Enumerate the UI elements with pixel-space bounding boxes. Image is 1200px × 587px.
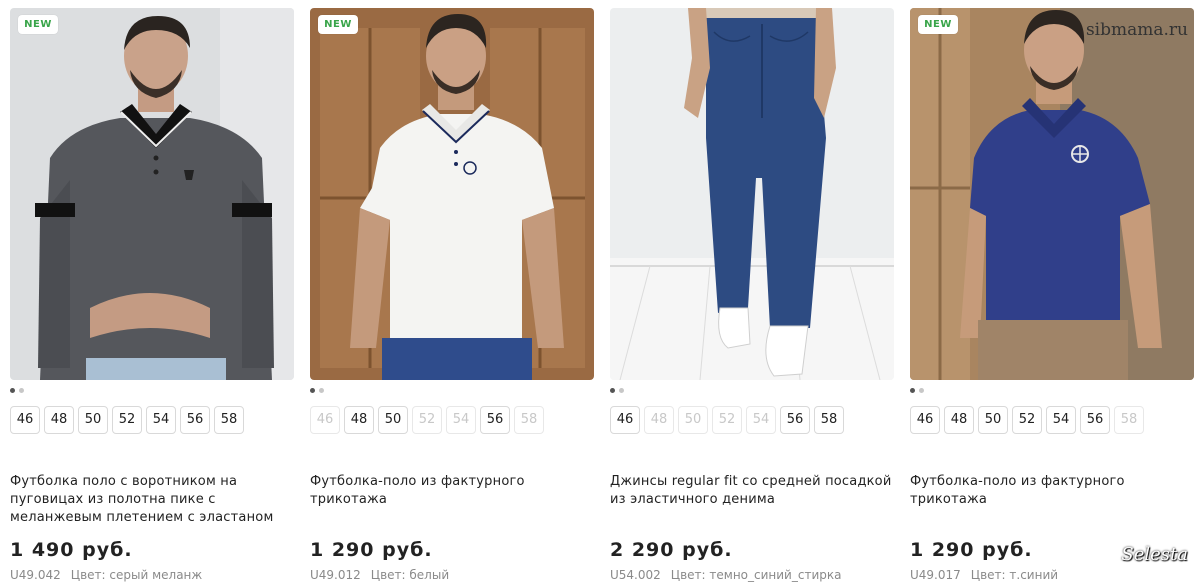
size-option[interactable]: 56 — [480, 406, 510, 434]
product-title[interactable]: Футболка-поло из фактурного трикотажа — [310, 473, 594, 509]
size-option[interactable]: 52 — [1012, 406, 1042, 434]
size-selector: 46 48 50 52 54 56 58 — [310, 406, 548, 434]
product-photo — [610, 8, 894, 380]
size-option[interactable]: 56 — [180, 406, 210, 434]
size-option[interactable]: 58 — [814, 406, 844, 434]
carousel-dots — [310, 388, 328, 394]
product-image[interactable]: NEW — [310, 8, 594, 380]
size-option[interactable]: 48 — [344, 406, 374, 434]
size-option[interactable]: 52 — [112, 406, 142, 434]
size-option[interactable]: 58 — [214, 406, 244, 434]
product-meta: U49.042 Цвет: серый меланж — [10, 568, 202, 582]
product-image[interactable]: NEW sibmama.ru — [910, 8, 1194, 380]
product-photo — [10, 8, 294, 380]
size-option: 58 — [1114, 406, 1144, 434]
product-meta: U54.002 Цвет: темно_синий_стирка — [610, 568, 841, 582]
product-price: 1 290 руб. — [910, 539, 1033, 561]
size-option: 54 — [746, 406, 776, 434]
size-option[interactable]: 54 — [146, 406, 176, 434]
carousel-dot[interactable] — [319, 388, 324, 393]
size-option[interactable]: 56 — [780, 406, 810, 434]
product-card[interactable]: 46 48 50 52 54 56 58 Джинсы regular fit со сре… — [610, 8, 894, 587]
size-selector: 46 48 50 52 54 56 58 — [610, 406, 848, 434]
product-title[interactable]: Футболка-поло из фактурного трикотажа — [910, 473, 1194, 509]
product-sku: U49.017 — [910, 568, 961, 582]
size-option[interactable]: 48 — [44, 406, 74, 434]
size-selector: 46 48 50 52 54 56 58 — [10, 406, 248, 434]
size-option[interactable]: 48 — [944, 406, 974, 434]
product-card[interactable]: NEW 46 48 50 52 54 56 58 Футболка поло с ворот… — [10, 8, 294, 587]
brand-watermark: Selesta — [1121, 544, 1188, 565]
size-option[interactable]: 46 — [910, 406, 940, 434]
size-option[interactable]: 50 — [378, 406, 408, 434]
carousel-dots — [610, 388, 628, 394]
carousel-dot[interactable] — [310, 388, 315, 393]
size-option: 52 — [412, 406, 442, 434]
size-selector: 46 48 50 52 54 56 58 — [910, 406, 1148, 434]
size-option: 52 — [712, 406, 742, 434]
product-meta: U49.017 Цвет: т.синий — [910, 568, 1058, 582]
product-card[interactable]: NEW 46 48 50 52 54 56 58 Футболка-поло из факт… — [310, 8, 594, 587]
product-meta: U49.012 Цвет: белый — [310, 568, 449, 582]
product-grid: NEW 46 48 50 52 54 56 58 Футболка поло с ворот… — [10, 8, 1194, 587]
carousel-dot[interactable] — [10, 388, 15, 393]
product-image[interactable] — [610, 8, 894, 380]
size-option[interactable]: 50 — [78, 406, 108, 434]
size-option: 46 — [310, 406, 340, 434]
product-color: Цвет: т.синий — [970, 568, 1059, 582]
product-price: 2 290 руб. — [610, 539, 733, 561]
size-option[interactable]: 46 — [610, 406, 640, 434]
product-photo — [310, 8, 594, 380]
size-option: 54 — [446, 406, 476, 434]
new-badge: NEW — [318, 15, 358, 34]
carousel-dot[interactable] — [910, 388, 915, 393]
carousel-dots — [10, 388, 28, 394]
site-watermark: sibmama.ru — [1085, 20, 1188, 40]
product-sku: U49.012 — [310, 568, 361, 582]
product-photo — [910, 8, 1194, 380]
product-image[interactable]: NEW — [10, 8, 294, 380]
carousel-dots — [910, 388, 928, 394]
product-price: 1 290 руб. — [310, 539, 433, 561]
size-option: 50 — [678, 406, 708, 434]
product-color: Цвет: серый меланж — [70, 568, 203, 582]
size-option[interactable]: 56 — [1080, 406, 1110, 434]
size-option[interactable]: 54 — [1046, 406, 1076, 434]
new-badge: NEW — [18, 15, 58, 34]
product-title[interactable]: Футболка поло с воротником на пуговицах … — [10, 473, 294, 527]
product-title[interactable]: Джинсы regular fit со средней посадкой и… — [610, 473, 894, 509]
product-price: 1 490 руб. — [10, 539, 133, 561]
size-option[interactable]: 50 — [978, 406, 1008, 434]
carousel-dot[interactable] — [619, 388, 624, 393]
product-color: Цвет: темно_синий_стирка — [670, 568, 842, 582]
carousel-dot[interactable] — [919, 388, 924, 393]
carousel-dot[interactable] — [610, 388, 615, 393]
new-badge: NEW — [918, 15, 958, 34]
size-option[interactable]: 46 — [10, 406, 40, 434]
product-sku: U49.042 — [10, 568, 61, 582]
size-option: 58 — [514, 406, 544, 434]
product-sku: U54.002 — [610, 568, 661, 582]
size-option: 48 — [644, 406, 674, 434]
carousel-dot[interactable] — [19, 388, 24, 393]
product-card[interactable]: NEW sibmama.ru 46 48 50 52 54 56 58 Футболка-п… — [910, 8, 1194, 587]
product-color: Цвет: белый — [370, 568, 450, 582]
